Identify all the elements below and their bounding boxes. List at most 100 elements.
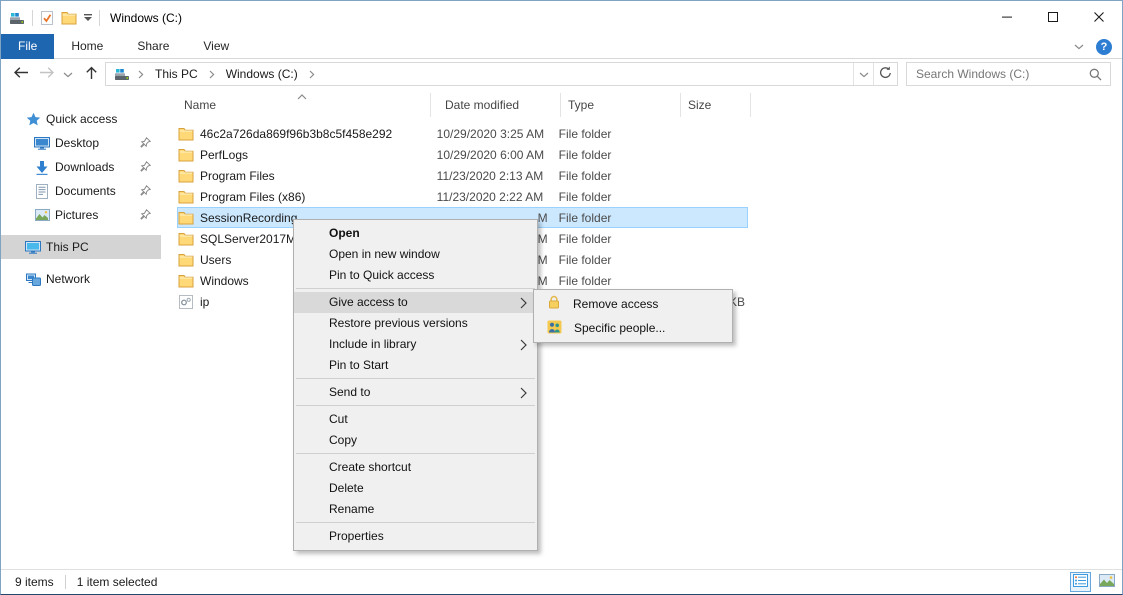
submenu-arrow-icon: [520, 297, 527, 309]
address-bar: This PC Windows (C:): [1, 59, 1122, 89]
menu-item-give-access-to[interactable]: Give access to: [294, 292, 537, 313]
menu-item-send-to[interactable]: Send to: [294, 382, 537, 403]
file-name: SessionRecording: [200, 211, 297, 225]
sidebar-item-label: Downloads: [55, 160, 114, 174]
type-cell: File folder: [559, 211, 678, 225]
up-arrow-icon: [85, 66, 98, 83]
maximize-button[interactable]: [1030, 1, 1076, 34]
back-arrow-icon: [13, 66, 29, 82]
column-header-size[interactable]: Size: [681, 93, 751, 117]
menu-item-delete[interactable]: Delete: [294, 478, 537, 499]
menu-item-open-in-new-window[interactable]: Open in new window: [294, 244, 537, 265]
gear-file-icon: [178, 295, 194, 309]
menu-item-rename[interactable]: Rename: [294, 499, 537, 520]
qat-separator: [32, 10, 33, 26]
back-button[interactable]: [9, 59, 33, 89]
maximize-icon: [1048, 11, 1058, 25]
file-name: Users: [200, 253, 231, 267]
sidebar-item-this-pc[interactable]: This PC: [1, 235, 161, 259]
tab-share[interactable]: Share: [120, 34, 186, 59]
menu-item-cut[interactable]: Cut: [294, 409, 537, 430]
file-name-cell: Program Files (x86): [178, 190, 437, 204]
breadcrumb-chevron-icon[interactable]: [307, 70, 317, 79]
folder-icon: [178, 211, 194, 225]
search-input[interactable]: [907, 67, 1089, 81]
help-icon[interactable]: ?: [1096, 39, 1112, 55]
menu-item-pin-to-start[interactable]: Pin to Start: [294, 355, 537, 376]
file-row-perflogs[interactable]: PerfLogs10/29/2020 6:00 AMFile folder: [177, 144, 748, 165]
details-view-button[interactable]: [1070, 572, 1091, 592]
forward-button[interactable]: [35, 59, 59, 89]
file-row-program-files-x86[interactable]: Program Files (x86)11/23/2020 2:22 AMFil…: [177, 186, 748, 207]
column-header-date-modified[interactable]: Date modified: [438, 93, 561, 117]
search-icon[interactable]: [1089, 68, 1110, 81]
drive-icon: [114, 67, 130, 81]
file-name: Program Files: [200, 169, 275, 183]
file-row-program-files[interactable]: Program Files11/23/2020 2:13 AMFile fold…: [177, 165, 748, 186]
ribbon-tabs: FileHomeShareView: [1, 34, 1122, 59]
expand-ribbon-chevron-icon[interactable]: [1074, 44, 1084, 50]
file-name-cell: PerfLogs: [178, 148, 437, 162]
pin-icon: [140, 137, 151, 151]
refresh-button[interactable]: [873, 63, 897, 85]
tab-view[interactable]: View: [186, 34, 246, 59]
close-button[interactable]: [1076, 1, 1122, 34]
menu-item-include-in-library[interactable]: Include in library: [294, 334, 537, 355]
close-icon: [1094, 11, 1104, 25]
breadcrumb-item-this-pc[interactable]: This PC: [146, 63, 207, 85]
ribbon-right-controls: ?: [1074, 34, 1112, 59]
recent-locations-button[interactable]: [59, 59, 77, 89]
star-icon: [25, 112, 41, 127]
items-count: 9 items: [15, 575, 54, 589]
menu-item-copy[interactable]: Copy: [294, 430, 537, 451]
sidebar-item-network[interactable]: Network: [1, 267, 161, 291]
submenu-arrow-icon: [520, 387, 527, 399]
type-cell: File folder: [559, 127, 678, 141]
new-folder-icon[interactable]: [61, 11, 77, 25]
minimize-button[interactable]: [984, 1, 1030, 34]
window-title: Windows (C:): [110, 11, 182, 25]
large-icons-view-button[interactable]: [1096, 572, 1117, 592]
sidebar-item-pictures[interactable]: Pictures: [1, 203, 161, 227]
submenu-item-remove-access[interactable]: Remove access: [534, 292, 732, 316]
details-view-icon: [1073, 574, 1088, 590]
sidebar-item-documents[interactable]: Documents: [1, 179, 161, 203]
view-toggle-buttons: [1070, 572, 1117, 592]
file-name: Windows: [200, 274, 249, 288]
selection-count: 1 item selected: [77, 575, 158, 589]
date-modified-cell: 11/23/2020 2:13 AM: [437, 169, 548, 183]
date-modified-cell: 11/23/2020 2:22 AM: [437, 190, 548, 204]
breadcrumb-item-windows-c[interactable]: Windows (C:): [217, 63, 307, 85]
column-header-type[interactable]: Type: [561, 93, 681, 117]
menu-item-restore-previous-versions[interactable]: Restore previous versions: [294, 313, 537, 334]
breadcrumb-chevron-icon[interactable]: [207, 70, 217, 79]
submenu-item-specific-people[interactable]: Specific people...: [534, 316, 732, 340]
give-access-to-submenu: Remove accessSpecific people...: [533, 289, 733, 343]
tab-home[interactable]: Home: [54, 34, 120, 59]
properties-check-icon[interactable]: [40, 10, 54, 26]
sidebar-item-desktop[interactable]: Desktop: [1, 131, 161, 155]
pin-icon: [140, 209, 151, 223]
date-modified-cell: 10/29/2020 6:00 AM: [437, 148, 548, 162]
menu-item-create-shortcut[interactable]: Create shortcut: [294, 457, 537, 478]
breadcrumb: This PC Windows (C:): [136, 63, 853, 85]
column-header-name[interactable]: Name: [177, 93, 431, 117]
menu-separator: [296, 453, 535, 454]
tab-file[interactable]: File: [1, 34, 54, 59]
refresh-icon: [879, 66, 892, 82]
menu-item-properties[interactable]: Properties: [294, 526, 537, 547]
previous-locations-button[interactable]: [853, 63, 873, 85]
customize-qat-caret-icon[interactable]: [84, 14, 92, 21]
breadcrumb-chevron-icon[interactable]: [136, 70, 146, 79]
menu-item-open[interactable]: Open: [294, 223, 537, 244]
sidebar-item-downloads[interactable]: Downloads: [1, 155, 161, 179]
sidebar-item-quick-access[interactable]: Quick access: [1, 107, 161, 131]
up-button[interactable]: [79, 59, 103, 89]
file-name: Program Files (x86): [200, 190, 305, 204]
menu-item-pin-to-quick-access[interactable]: Pin to Quick access: [294, 265, 537, 286]
address-box[interactable]: This PC Windows (C:): [105, 62, 898, 86]
lock-icon: [547, 295, 561, 313]
file-row-46c2a726da869f96b3b8c5f458e292[interactable]: 46c2a726da869f96b3b8c5f458e29210/29/2020…: [177, 123, 748, 144]
sidebar-item-label: Desktop: [55, 136, 99, 150]
title-bar: Windows (C:): [1, 1, 1122, 34]
